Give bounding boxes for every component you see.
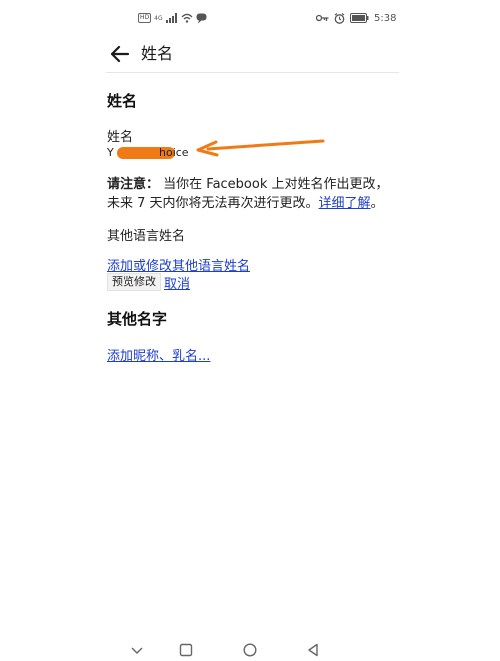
- name-change-notice: 请注意： 当你在 Facebook 上对姓名作出更改，未来 7 天内你将无法再次…: [107, 175, 397, 213]
- nav-back-button[interactable]: [306, 642, 320, 657]
- other-names-heading: 其他名字: [107, 310, 168, 328]
- back-button[interactable]: [108, 42, 132, 66]
- status-left: HD 4G: [138, 11, 208, 25]
- header-divider: [106, 72, 399, 73]
- status-time: 5:38: [374, 12, 397, 24]
- network-type: 4G: [154, 14, 163, 22]
- annotation-arrow: [196, 139, 325, 157]
- arrow-left-icon: [110, 45, 130, 63]
- nav-recents-button[interactable]: [179, 642, 193, 657]
- notice-end: 。: [370, 196, 384, 211]
- alarm-icon: [334, 12, 345, 24]
- square-icon: [179, 643, 193, 657]
- signal-icon: [165, 13, 177, 23]
- other-language-name-label: 其他语言姓名: [107, 229, 186, 244]
- nav-collapse-button[interactable]: [130, 642, 144, 656]
- notice-label: 请注意：: [107, 177, 160, 192]
- preview-changes-button[interactable]: 预览修改: [107, 273, 161, 291]
- name-section-heading: 姓名: [107, 92, 138, 110]
- cancel-link[interactable]: 取消: [164, 273, 190, 292]
- learn-more-link[interactable]: 详细了解: [319, 196, 371, 211]
- add-nickname-link[interactable]: 添加昵称、乳名...: [107, 345, 210, 364]
- name-field-label: 姓名: [107, 130, 134, 145]
- hd-badge: HD: [138, 13, 152, 23]
- key-icon: [316, 14, 329, 22]
- status-bar: HD 4G 5:38: [0, 0, 500, 36]
- status-right: 5:38: [316, 11, 396, 25]
- chevron-down-icon: [131, 647, 143, 654]
- circle-icon: [243, 643, 257, 657]
- notification-icon: [196, 13, 207, 23]
- battery-icon: [350, 13, 369, 23]
- page-title: 姓名: [141, 44, 174, 63]
- add-language-name-link[interactable]: 添加或修改其他语言姓名: [107, 255, 250, 274]
- name-value-end: hoice: [159, 146, 189, 159]
- app-header: 姓名: [0, 36, 500, 72]
- action-row: 预览修改 取消: [107, 273, 190, 292]
- triangle-back-icon: [308, 643, 318, 657]
- wifi-icon: [181, 13, 193, 23]
- nav-home-button[interactable]: [243, 642, 257, 657]
- name-value-start: Y: [107, 146, 114, 159]
- system-nav-bar: [0, 636, 500, 659]
